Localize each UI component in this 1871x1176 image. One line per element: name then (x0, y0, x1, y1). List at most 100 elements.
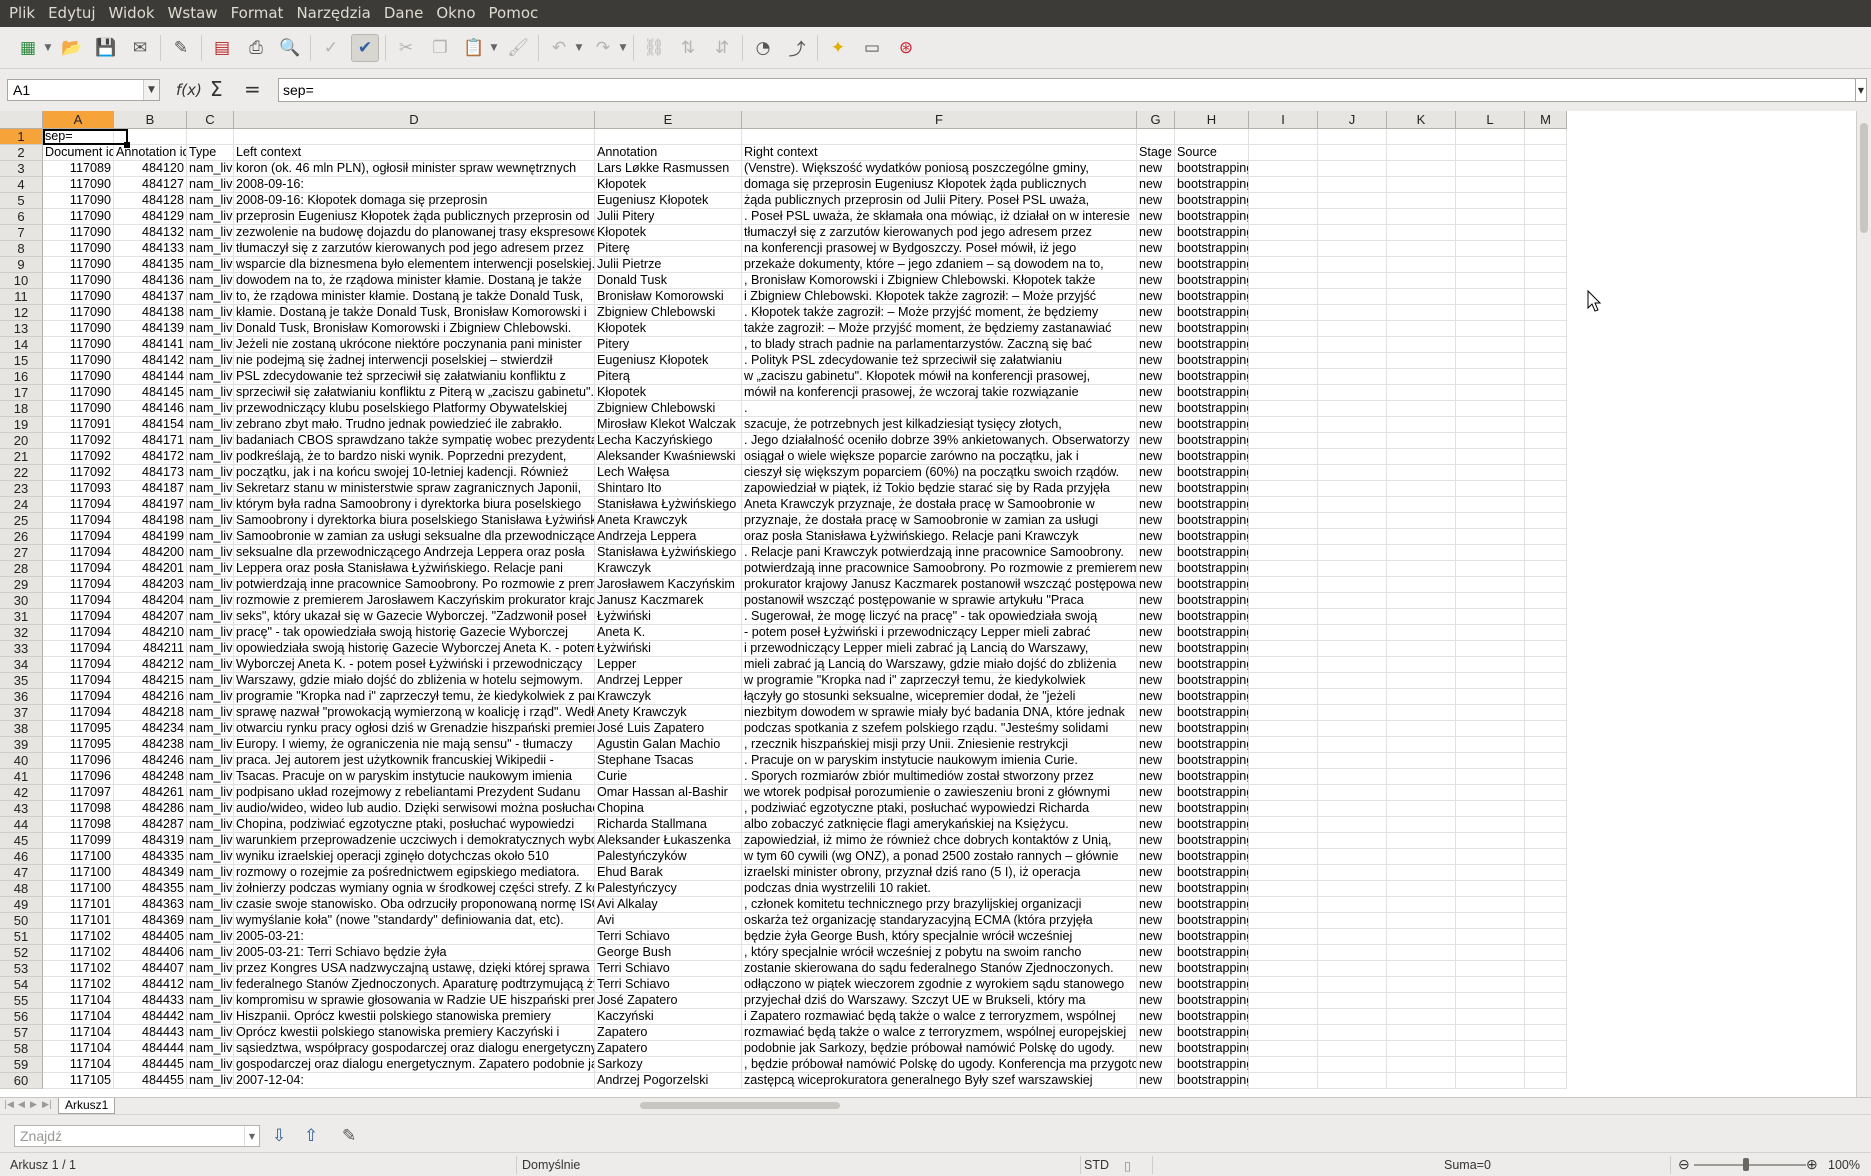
cell[interactable]: 484154 (114, 417, 187, 433)
cell[interactable] (1456, 609, 1525, 625)
cell[interactable] (1249, 689, 1318, 705)
cell[interactable]: sep= (43, 129, 114, 145)
cell[interactable] (1387, 769, 1456, 785)
cell[interactable] (1456, 529, 1525, 545)
cell[interactable] (1249, 801, 1318, 817)
cell[interactable] (1249, 577, 1318, 593)
cell[interactable]: new (1137, 993, 1175, 1009)
cell[interactable]: nam_liv (187, 369, 234, 385)
cell[interactable]: bootstrapping (1175, 913, 1249, 929)
row-header[interactable]: 13 (0, 321, 43, 337)
cell[interactable] (1387, 193, 1456, 209)
cell[interactable]: bootstrapping (1175, 225, 1249, 241)
cell[interactable] (1525, 369, 1567, 385)
cell[interactable]: 117102 (43, 945, 114, 961)
cell[interactable]: . Sugerował, że mogę liczyć na pracę" - … (742, 609, 1137, 625)
cell[interactable] (1387, 177, 1456, 193)
cell[interactable]: 2008-09-16: (234, 177, 595, 193)
row-header[interactable]: 11 (0, 289, 43, 305)
cell[interactable]: Lech Wałęsa (595, 465, 742, 481)
cell[interactable]: bootstrapping (1175, 497, 1249, 513)
cell[interactable]: nam_liv (187, 257, 234, 273)
cell[interactable] (1525, 129, 1567, 145)
cell[interactable]: opowiedziała swoją historię Gazecie Wybo… (234, 641, 595, 657)
cell[interactable]: bootstrapping (1175, 353, 1249, 369)
cell[interactable]: Wyborczej Aneta K. - potem poseł Łyżwińs… (234, 657, 595, 673)
cell[interactable]: new (1137, 257, 1175, 273)
sheet-tab-arkusz1[interactable]: Arkusz1 (58, 1098, 116, 1114)
cell[interactable]: Annotation (595, 145, 742, 161)
cell[interactable] (1318, 577, 1387, 593)
cell[interactable]: nam_liv (187, 993, 234, 1009)
cell[interactable]: Chopina (595, 801, 742, 817)
cell[interactable]: nam_liv (187, 289, 234, 305)
cell[interactable]: 117090 (43, 321, 114, 337)
cell[interactable]: 117094 (43, 577, 114, 593)
cell[interactable] (1249, 929, 1318, 945)
cell[interactable]: Jeżeli nie zostaną ukrócone niektóre poc… (234, 337, 595, 353)
new-dropdown-icon[interactable]: ▼ (42, 34, 54, 62)
cell[interactable]: new (1137, 657, 1175, 673)
cell[interactable]: tłumaczył się z zarzutów kierowanych pod… (234, 241, 595, 257)
edit-file-icon[interactable]: ✎ (167, 34, 195, 62)
cell[interactable]: 484369 (114, 913, 187, 929)
cell[interactable] (1318, 481, 1387, 497)
cell[interactable]: prokurator krajowy Janusz Kaczmarek post… (742, 577, 1137, 593)
cell[interactable]: nam_liv (187, 1073, 234, 1089)
cell[interactable]: bootstrapping (1175, 193, 1249, 209)
cell[interactable]: new (1137, 641, 1175, 657)
cell[interactable] (1456, 721, 1525, 737)
cell[interactable]: new (1137, 673, 1175, 689)
cell[interactable] (1387, 977, 1456, 993)
cell[interactable]: new (1137, 625, 1175, 641)
cell[interactable] (1456, 641, 1525, 657)
cell[interactable] (1249, 401, 1318, 417)
cell[interactable] (1456, 449, 1525, 465)
cell[interactable] (1525, 145, 1567, 161)
cell[interactable]: bootstrapping (1175, 513, 1249, 529)
last-sheet-icon[interactable]: ▶| (42, 1100, 52, 1110)
cell[interactable]: 484335 (114, 849, 187, 865)
cell[interactable]: Left context (234, 145, 595, 161)
column-header[interactable]: J (1318, 111, 1387, 129)
column-header[interactable]: L (1456, 111, 1525, 129)
cell[interactable]: to, że rządowa minister kłamie. Dostaną … (234, 289, 595, 305)
fill-handle[interactable] (124, 142, 130, 148)
cell[interactable]: nam_liv (187, 945, 234, 961)
cell[interactable]: postanowił wszcząć postępowanie w sprawi… (742, 593, 1137, 609)
cell[interactable] (1249, 673, 1318, 689)
column-header[interactable]: M (1525, 111, 1567, 129)
cell[interactable]: Document id (43, 145, 114, 161)
cell[interactable] (1318, 177, 1387, 193)
cell[interactable]: bootstrapping (1175, 833, 1249, 849)
cell[interactable] (1318, 417, 1387, 433)
cell[interactable]: bootstrapping (1175, 897, 1249, 913)
cell[interactable]: 484405 (114, 929, 187, 945)
cell[interactable] (1525, 1073, 1567, 1089)
cell[interactable]: 484319 (114, 833, 187, 849)
name-box-dropdown-icon[interactable]: ▼ (143, 80, 159, 100)
cell[interactable] (1318, 721, 1387, 737)
cell[interactable]: Krawczyk (595, 561, 742, 577)
cell[interactable] (1387, 145, 1456, 161)
cell[interactable]: new (1137, 161, 1175, 177)
cell[interactable] (1249, 225, 1318, 241)
cell[interactable]: new (1137, 337, 1175, 353)
cell[interactable]: rozmawiać będą także o walce z terroryzm… (742, 1025, 1137, 1041)
cell[interactable] (1525, 929, 1567, 945)
cell[interactable] (1318, 1009, 1387, 1025)
cell[interactable] (1525, 577, 1567, 593)
cell[interactable]: new (1137, 289, 1175, 305)
open-folder-icon[interactable]: 📂 (58, 34, 86, 62)
cell[interactable] (1525, 833, 1567, 849)
zoom-level[interactable]: 100% (1828, 1158, 1860, 1172)
cell[interactable] (1318, 129, 1387, 145)
cell[interactable]: Omar Hassan al-Bashir (595, 785, 742, 801)
cell[interactable]: 117102 (43, 977, 114, 993)
cell[interactable]: 117092 (43, 433, 114, 449)
cell[interactable]: nam_liv (187, 897, 234, 913)
cell[interactable]: new (1137, 401, 1175, 417)
cell[interactable]: 117104 (43, 1041, 114, 1057)
clone-formatting-icon[interactable]: 🖌 (504, 34, 532, 62)
cell[interactable]: Terri Schiavo (595, 977, 742, 993)
